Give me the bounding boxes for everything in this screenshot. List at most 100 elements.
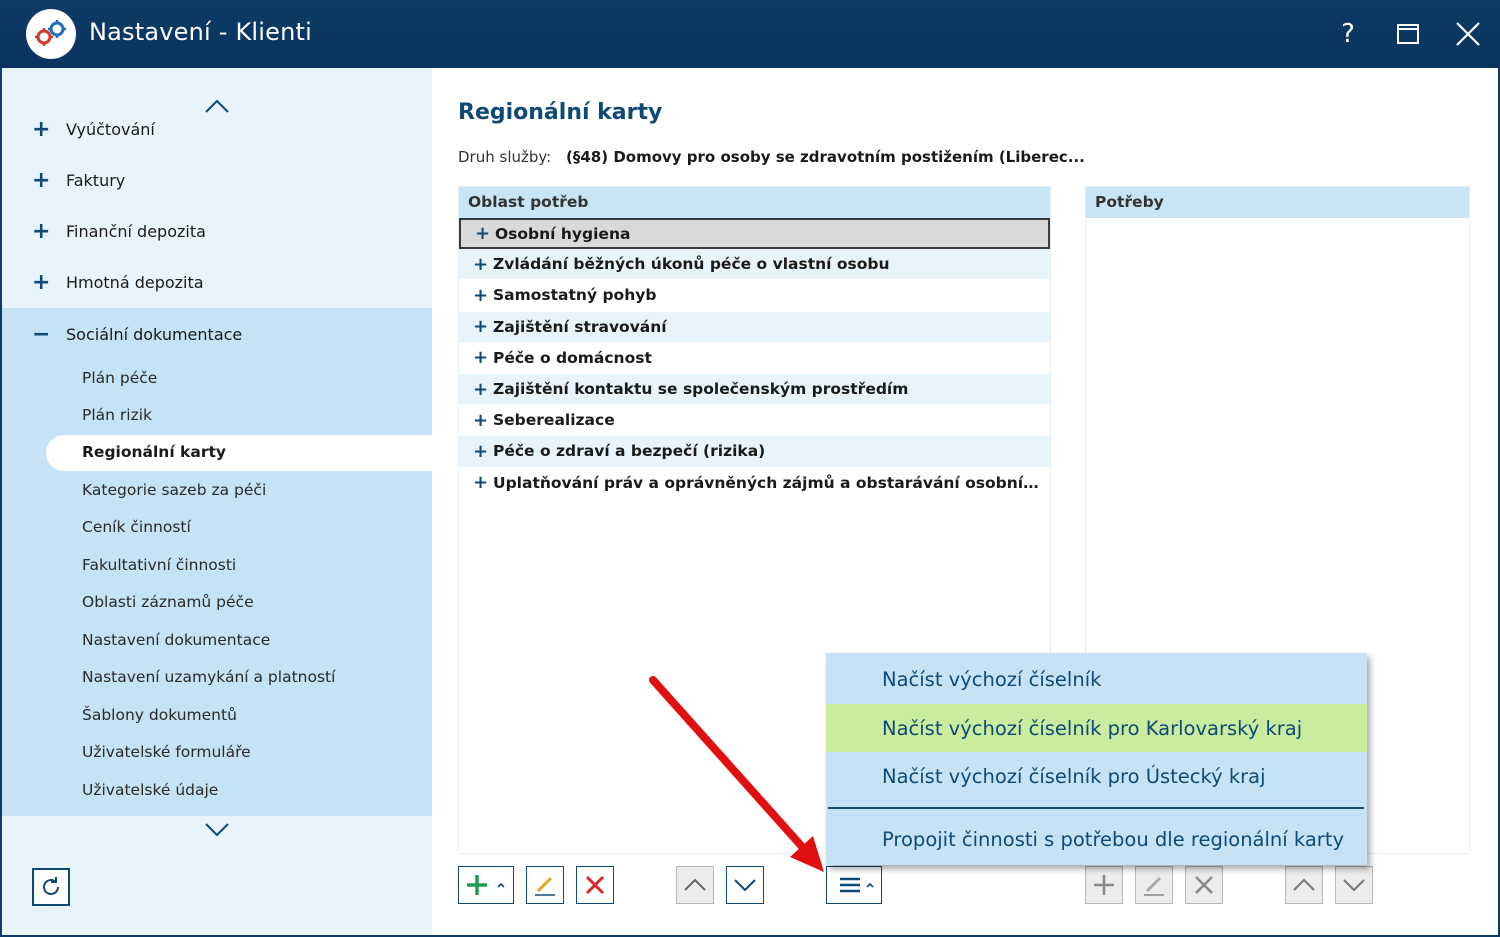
list-item-label: Samostatný pohyb [493, 286, 657, 305]
expand-plus-icon[interactable]: + [459, 441, 493, 462]
list-item[interactable]: + Zvládání běžných úkonů péče o vlastní … [459, 249, 1050, 281]
help-icon: ? [1341, 19, 1355, 49]
sidebar-item-hmotna-depozita[interactable]: + Hmotná depozita [2, 262, 432, 302]
sidebar-item-socialni-dokumentace[interactable]: − Sociální dokumentace [2, 314, 432, 354]
x-icon [1195, 876, 1213, 894]
sidebar-subitem-fakultativni-cinnosti[interactable]: Fakultativní činnosti [82, 556, 236, 574]
pencil-icon [535, 876, 555, 896]
list-item-label: Osobní hygiena [495, 224, 631, 243]
chevron-up-icon [1293, 878, 1315, 891]
plus-icon: + [32, 116, 51, 142]
title-bar: Nastavení - Klienti ? [0, 0, 1500, 68]
sidebar-item-label: Vyúčtování [66, 119, 155, 139]
sidebar-item-label: Sociální dokumentace [66, 324, 243, 344]
list-item[interactable]: + Péče o domácnost [459, 343, 1050, 374]
add-need-button[interactable] [1085, 866, 1123, 904]
list-item-label: Zvládání běžných úkonů péče o vlastní os… [493, 255, 890, 274]
sidebar: + Vyúčtování + Faktury + Finanční depozi… [2, 68, 432, 935]
move-down-button[interactable] [726, 866, 764, 904]
sidebar-subitem-cenik-cinnosti[interactable]: Ceník činností [82, 518, 191, 536]
move-up-button[interactable] [676, 866, 714, 904]
delete-button[interactable] [576, 866, 614, 904]
list-item[interactable]: + Péče o zdraví a bezpečí (rizika) [459, 436, 1050, 468]
sidebar-item-financni-depozita[interactable]: + Finanční depozita [2, 211, 432, 251]
expand-plus-icon[interactable]: + [461, 223, 495, 244]
sidebar-item-label: Faktury [66, 170, 126, 190]
maximize-icon [1397, 24, 1419, 44]
menu-button[interactable] [826, 866, 882, 904]
expand-plus-icon[interactable]: + [459, 472, 493, 493]
chevron-up-icon [684, 878, 706, 891]
need-move-up-button[interactable] [1285, 866, 1323, 904]
refresh-icon [43, 877, 59, 895]
sidebar-subitem-plan-pece[interactable]: Plán péče [82, 369, 157, 387]
menu-item-load-ustecky[interactable]: Načíst výchozí číselník pro Ústecký kraj [826, 752, 1367, 800]
need-move-down-button[interactable] [1335, 866, 1373, 904]
close-button[interactable] [1448, 14, 1488, 54]
edit-need-button[interactable] [1135, 866, 1173, 904]
context-menu: Načíst výchozí číselník Načíst výchozí č… [826, 653, 1367, 865]
service-type-line: Druh služby: (§48) Domovy pro osoby se z… [458, 148, 1085, 166]
list-item[interactable]: + Seberealizace [459, 405, 1050, 437]
x-icon [585, 875, 605, 895]
menu-item-link-activities[interactable]: Propojit činnosti s potřebou dle regioná… [826, 815, 1367, 863]
expand-plus-icon[interactable]: + [459, 254, 493, 275]
hamburger-icon [840, 877, 874, 893]
service-type-value: (§48) Domovy pro osoby se zdravotním pos… [566, 148, 1085, 166]
list-item[interactable]: + Zajištění stravování [459, 311, 1050, 343]
edit-button[interactable] [526, 866, 564, 904]
list-item[interactable]: + Samostatný pohyb [459, 280, 1050, 312]
plus-icon [467, 875, 505, 895]
list-item-label: Zajištění stravování [493, 317, 667, 336]
refresh-button[interactable] [32, 868, 70, 906]
sidebar-subitem-uzivatelske-udaje[interactable]: Uživatelské údaje [82, 781, 218, 799]
menu-divider [828, 807, 1364, 809]
close-icon [1456, 22, 1480, 46]
list-item-label: Seberealizace [493, 411, 615, 430]
list-item[interactable]: + Zajištění kontaktu se společenským pro… [459, 373, 1050, 406]
plus-icon: + [32, 269, 51, 295]
page-title: Regionální karty [458, 100, 663, 125]
expand-plus-icon[interactable]: + [459, 347, 493, 368]
sidebar-subitem-regionalni-karty[interactable]: Regionální karty [46, 435, 432, 471]
expand-plus-icon[interactable]: + [459, 379, 493, 400]
menu-item-load-karlovarsky[interactable]: Načíst výchozí číselník pro Karlovarský … [826, 704, 1367, 752]
sidebar-scroll-down-button[interactable] [202, 818, 232, 842]
expand-plus-icon[interactable]: + [459, 285, 493, 306]
chevron-down-icon [734, 879, 756, 892]
sidebar-item-label: Finanční depozita [66, 221, 206, 241]
window-title: Nastavení - Klienti [89, 18, 312, 46]
sidebar-subitem-nastaveni-dokumentace[interactable]: Nastavení dokumentace [82, 631, 270, 649]
list-item-label: Zajištění kontaktu se společenským prost… [493, 380, 909, 399]
expand-plus-icon[interactable]: + [459, 410, 493, 431]
sidebar-item-label: Hmotná depozita [66, 272, 204, 292]
minus-icon: − [32, 321, 51, 347]
sidebar-subitem-kategorie-sazeb[interactable]: Kategorie sazeb za péči [82, 481, 266, 499]
list-item[interactable]: + Osobní hygiena [459, 218, 1050, 250]
delete-need-button[interactable] [1185, 866, 1223, 904]
sidebar-subitem-oblasti-zaznamu[interactable]: Oblasti záznamů péče [82, 593, 254, 611]
service-type-label: Druh služby: [458, 148, 552, 166]
needs-area-header: Oblast potřeb [459, 187, 1050, 218]
list-item-label: Péče o domácnost [493, 348, 652, 367]
sidebar-item-faktury[interactable]: + Faktury [2, 160, 432, 200]
list-item[interactable]: + Uplatňování práv a oprávněných zájmů a… [459, 468, 1050, 499]
list-item-label: Uplatňování práv a oprávněných zájmů a o… [493, 473, 1045, 492]
sidebar-subitem-plan-rizik[interactable]: Plán rizik [82, 406, 152, 424]
help-button[interactable]: ? [1328, 14, 1368, 54]
sidebar-subitem-sablony-dokumentu[interactable]: Šablony dokumentů [82, 706, 237, 724]
chevron-down-icon [1343, 879, 1365, 892]
chevron-down-icon [205, 823, 229, 837]
add-button[interactable] [458, 866, 514, 904]
sidebar-subitem-uzivatelske-formulare[interactable]: Uživatelské formuláře [82, 743, 251, 761]
app-logo-icon [26, 9, 76, 59]
list-item-label: Péče o zdraví a bezpečí (rizika) [493, 442, 766, 461]
sidebar-subitem-nastaveni-uzamykani[interactable]: Nastavení uzamykání a platností [82, 668, 335, 686]
expand-plus-icon[interactable]: + [459, 316, 493, 337]
sidebar-item-vyuctovani[interactable]: + Vyúčtování [2, 109, 432, 149]
menu-item-load-default[interactable]: Načíst výchozí číselník [826, 655, 1367, 703]
plus-icon: + [32, 167, 51, 193]
maximize-button[interactable] [1388, 14, 1428, 54]
pencil-icon [1144, 876, 1164, 896]
plus-icon: + [32, 218, 51, 244]
